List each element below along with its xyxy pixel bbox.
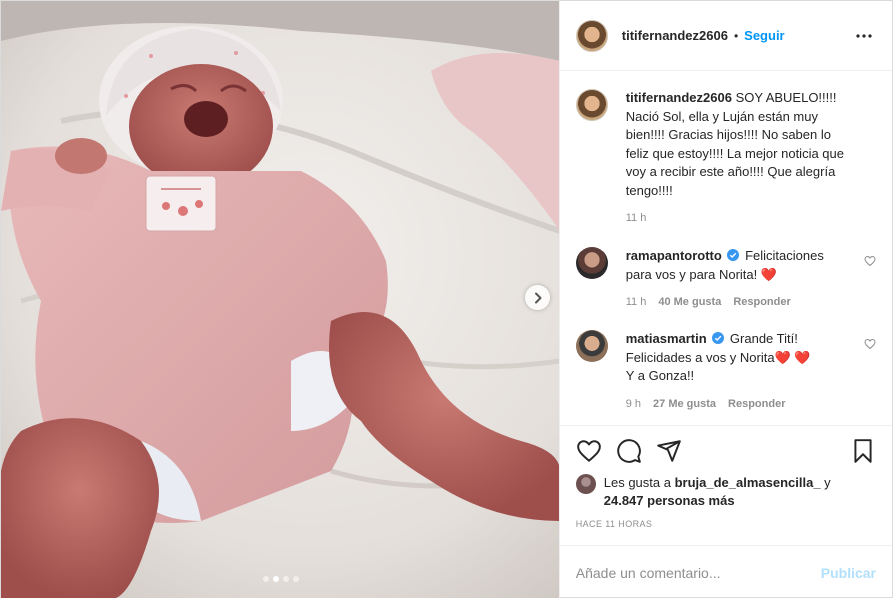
carousel-dot-active (272, 576, 279, 582)
post-photo[interactable] (1, 1, 559, 598)
liker-username[interactable]: bruja_de_almasencilla_ (675, 475, 821, 490)
publish-button[interactable]: Publicar (821, 565, 876, 581)
separator-dot: • (733, 28, 739, 43)
action-bar (576, 436, 876, 466)
comment-text-block: ramapantorotto Felicitaciones para vos y… (626, 247, 848, 284)
post-timestamp[interactable]: HACE 11 HORAS (576, 519, 876, 529)
comment-username[interactable]: ramapantorotto (626, 248, 722, 263)
post-header: titifernandez2606 • Seguir (559, 1, 892, 71)
carousel-indicator (1, 576, 559, 582)
more-dots-icon (856, 33, 872, 38)
chevron-right-icon (534, 292, 541, 303)
comment-body: ramapantorotto Felicitaciones para vos y… (626, 247, 876, 308)
heart-emojis: ❤️ ❤️ (774, 349, 811, 365)
author-username[interactable]: titifernandez2606 (622, 28, 728, 43)
newborn-photo-illustration (1, 1, 559, 598)
comment-username[interactable]: matiasmartin (626, 331, 707, 346)
carousel-dot (292, 576, 299, 582)
carousel-dot (262, 576, 269, 582)
comment-age[interactable]: 9 h (626, 398, 641, 410)
comment-item: matiasmartin Grande Tití! Felicidades a … (575, 330, 876, 410)
comment-bubble-icon[interactable] (616, 438, 642, 464)
next-photo-button[interactable] (525, 285, 550, 310)
heart-emoji: ❤️ (760, 266, 778, 282)
likes-mid: y (820, 475, 831, 490)
caption-text-block: titifernandez2606 SOY ABUELO!!!!! Nació … (626, 89, 848, 200)
follow-button[interactable]: Seguir (744, 28, 784, 43)
likes-text: Les gusta a bruja_de_almasencilla_ y 24.… (604, 474, 831, 510)
comment-text-line3: Y a Gonza!! (625, 368, 695, 383)
likes-summary: Les gusta a bruja_de_almasencilla_ y 24.… (575, 474, 876, 510)
post-side-panel: titifernandez2606 • Seguir titifernandez… (558, 1, 892, 598)
caption-username[interactable]: titifernandez2606 (626, 90, 732, 105)
comment-meta: 9 h 27 Me gusta Responder (626, 398, 848, 410)
comment-body: matiasmartin Grande Tití! Felicidades a … (626, 330, 876, 410)
commenter-avatar[interactable] (575, 247, 608, 279)
comments-list: titifernandez2606 SOY ABUELO!!!!! Nació … (560, 71, 892, 425)
comment-text-block: matiasmartin Grande Tití! Felicidades a … (626, 330, 848, 386)
verified-badge-icon (727, 249, 740, 261)
paper-plane-icon[interactable] (656, 438, 682, 464)
bookmark-icon[interactable] (850, 438, 876, 464)
carousel-dot (282, 576, 289, 582)
caption-meta: 11 h (626, 212, 848, 224)
liker-avatar[interactable] (575, 474, 596, 494)
heart-icon[interactable] (576, 438, 602, 464)
verified-badge-icon (712, 332, 725, 344)
like-comment-heart-icon[interactable] (864, 255, 876, 267)
caption-body: titifernandez2606 SOY ABUELO!!!!! Nació … (626, 89, 876, 224)
comment-item: ramapantorotto Felicitaciones para vos y… (575, 247, 876, 308)
caption: titifernandez2606 SOY ABUELO!!!!! Nació … (575, 89, 876, 224)
comment-input[interactable]: Añade un comentario... (576, 565, 821, 581)
more-options-button[interactable] (852, 24, 876, 48)
likes-prefix: Les gusta a (603, 475, 675, 490)
comment-age[interactable]: 11 h (626, 296, 647, 308)
add-comment-bar: Añade un comentario... Publicar (559, 545, 892, 598)
caption-avatar[interactable] (575, 89, 608, 121)
comment-likes[interactable]: 27 Me gusta (653, 398, 716, 410)
comment-meta: 11 h 40 Me gusta Responder (626, 296, 848, 308)
caption-age[interactable]: 11 h (626, 212, 647, 224)
comment-text-line1: Grande Tití! (729, 331, 798, 346)
reply-button[interactable]: Responder (733, 296, 790, 308)
reply-button[interactable]: Responder (728, 398, 785, 410)
comment-text-line2: Felicidades a vos y Norita (625, 349, 775, 365)
commenter-avatar[interactable] (575, 330, 608, 362)
comment-likes[interactable]: 40 Me gusta (658, 296, 721, 308)
caption-text: SOY ABUELO!!!!! Nació Sol, ella y Luján … (625, 90, 844, 198)
post-actions: Les gusta a bruja_de_almasencilla_ y 24.… (559, 425, 892, 529)
likes-count[interactable]: 24.847 personas más (604, 493, 735, 508)
author-avatar[interactable] (575, 19, 608, 52)
like-comment-heart-icon[interactable] (864, 338, 876, 350)
instagram-post: titifernandez2606 • Seguir titifernandez… (0, 0, 893, 598)
